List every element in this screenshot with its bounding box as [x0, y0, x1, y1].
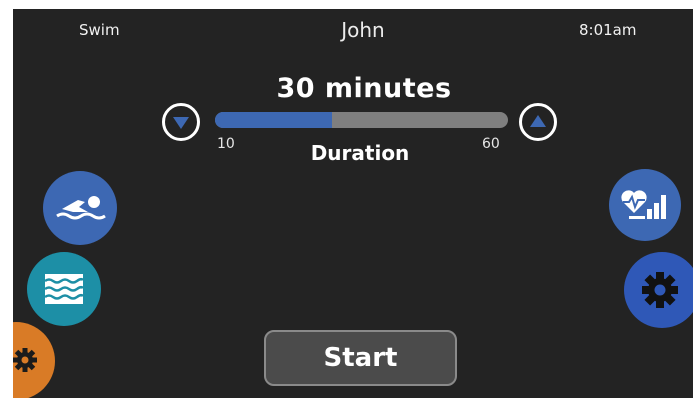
gear-icon	[13, 348, 37, 372]
start-button[interactable]: Start	[264, 330, 457, 386]
settings-button-left[interactable]	[13, 322, 55, 398]
slider-max-label: 60	[482, 136, 500, 152]
decrease-duration-button[interactable]	[162, 103, 200, 141]
health-stats-button[interactable]	[609, 169, 681, 241]
triangle-down-icon	[173, 117, 189, 129]
settings-button-right[interactable]	[624, 252, 693, 328]
gear-icon	[642, 272, 678, 308]
increase-duration-button[interactable]	[519, 103, 557, 141]
duration-slider-fill	[215, 112, 333, 128]
device-screen: Swim John 8:01am 30 minutes 10 Duration …	[13, 9, 693, 398]
duration-value: 30 minutes	[276, 73, 452, 104]
duration-caption: Duration	[310, 141, 410, 165]
water-waves-icon	[44, 274, 84, 304]
clock-time: 8:01am	[579, 21, 637, 39]
swimmer-icon	[56, 196, 106, 220]
triangle-up-icon	[530, 115, 546, 127]
duration-slider[interactable]	[215, 112, 508, 128]
water-mode-button[interactable]	[27, 252, 101, 326]
swim-mode-button[interactable]	[43, 171, 117, 245]
heart-rate-chart-icon	[621, 190, 666, 219]
